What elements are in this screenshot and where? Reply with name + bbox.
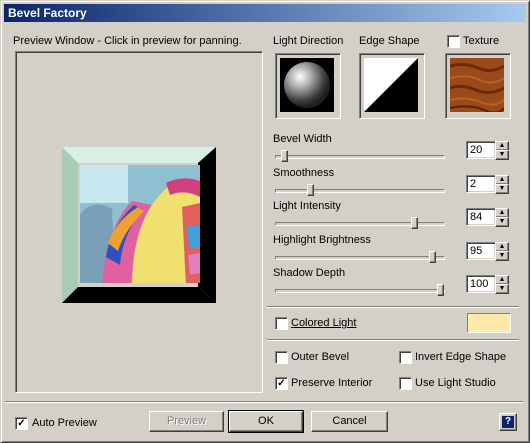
preserve-interior-checkbox[interactable]: ✓ — [275, 377, 288, 390]
spin-down-icon[interactable]: ▼ — [495, 217, 509, 227]
slider-thumb[interactable] — [281, 150, 288, 162]
slider-label: Light Intensity — [273, 200, 341, 212]
slider-thumb[interactable] — [429, 251, 436, 263]
slider-thumb[interactable] — [307, 184, 314, 196]
preview-image — [62, 147, 216, 303]
title-bar[interactable]: Bevel Factory — [4, 4, 526, 22]
sphere-icon — [284, 62, 330, 108]
outer-bevel-label: Outer Bevel — [291, 351, 350, 363]
preview-window[interactable] — [15, 51, 263, 393]
slider-track[interactable] — [275, 222, 445, 226]
value-input[interactable]: 95 — [466, 242, 496, 260]
slider-track[interactable] — [275, 155, 445, 159]
texture-label: Texture — [463, 35, 500, 47]
slider-track[interactable] — [275, 289, 445, 293]
slider-label: Shadow Depth — [273, 267, 346, 279]
slider-label: Highlight Brightness — [273, 234, 371, 246]
edge-shape-diagonal-icon — [364, 58, 418, 112]
texture-checkbox[interactable] — [447, 35, 460, 48]
value-input[interactable]: 84 — [466, 208, 496, 226]
bevel-factory-window: Bevel Factory Preview Window - Click in … — [0, 0, 530, 443]
spin-down-icon[interactable]: ▼ — [495, 251, 509, 261]
colored-light-text: Colored Light — [291, 317, 357, 329]
edge-shape-picker[interactable] — [359, 53, 425, 119]
use-light-studio-label: Use Light Studio — [415, 377, 496, 389]
outer-bevel-checkbox[interactable] — [275, 351, 288, 364]
slider-track[interactable] — [275, 189, 445, 193]
invert-edge-shape-label: Invert Edge Shape — [415, 351, 507, 363]
auto-preview-checkbox[interactable]: ✓ — [15, 417, 28, 430]
edge-shape-label: Edge Shape — [359, 35, 420, 47]
slider-thumb[interactable] — [411, 217, 418, 229]
separator — [267, 306, 519, 308]
value-input[interactable]: 20 — [466, 141, 496, 159]
wood-texture-icon — [450, 58, 504, 112]
value-input[interactable]: 100 — [466, 275, 496, 293]
window-title: Bevel Factory — [8, 6, 87, 20]
slider-track[interactable] — [275, 256, 445, 260]
light-direction-well — [280, 58, 334, 112]
use-light-studio-checkbox[interactable] — [399, 377, 412, 390]
colored-light-swatch[interactable] — [467, 313, 511, 333]
colored-light-checkbox[interactable] — [275, 317, 288, 330]
separator — [267, 339, 519, 341]
help-icon: ? — [502, 416, 514, 428]
light-direction-picker[interactable] — [275, 53, 341, 119]
texture-picker[interactable] — [445, 53, 511, 119]
slider-label: Smoothness — [273, 167, 335, 179]
value-input[interactable]: 2 — [466, 175, 496, 193]
spin-down-icon[interactable]: ▼ — [495, 284, 509, 294]
auto-preview-label: Auto Preview — [32, 417, 97, 429]
ok-button[interactable]: OK — [228, 410, 304, 433]
spin-down-icon[interactable]: ▼ — [495, 184, 509, 194]
slider-thumb[interactable] — [437, 284, 444, 296]
cancel-button[interactable]: Cancel — [311, 411, 388, 432]
spin-down-icon[interactable]: ▼ — [495, 150, 509, 160]
colored-light-label: Colored Light — [291, 317, 356, 329]
footer-separator — [5, 401, 523, 403]
preview-button[interactable]: Preview — [149, 411, 224, 432]
preview-window-label: Preview Window - Click in preview for pa… — [13, 35, 242, 47]
light-direction-label: Light Direction — [273, 35, 344, 47]
invert-edge-shape-checkbox[interactable] — [399, 351, 412, 364]
preserve-interior-label: Preserve Interior — [291, 377, 373, 389]
help-button[interactable]: ? — [499, 413, 517, 431]
slider-label: Bevel Width — [273, 133, 332, 145]
